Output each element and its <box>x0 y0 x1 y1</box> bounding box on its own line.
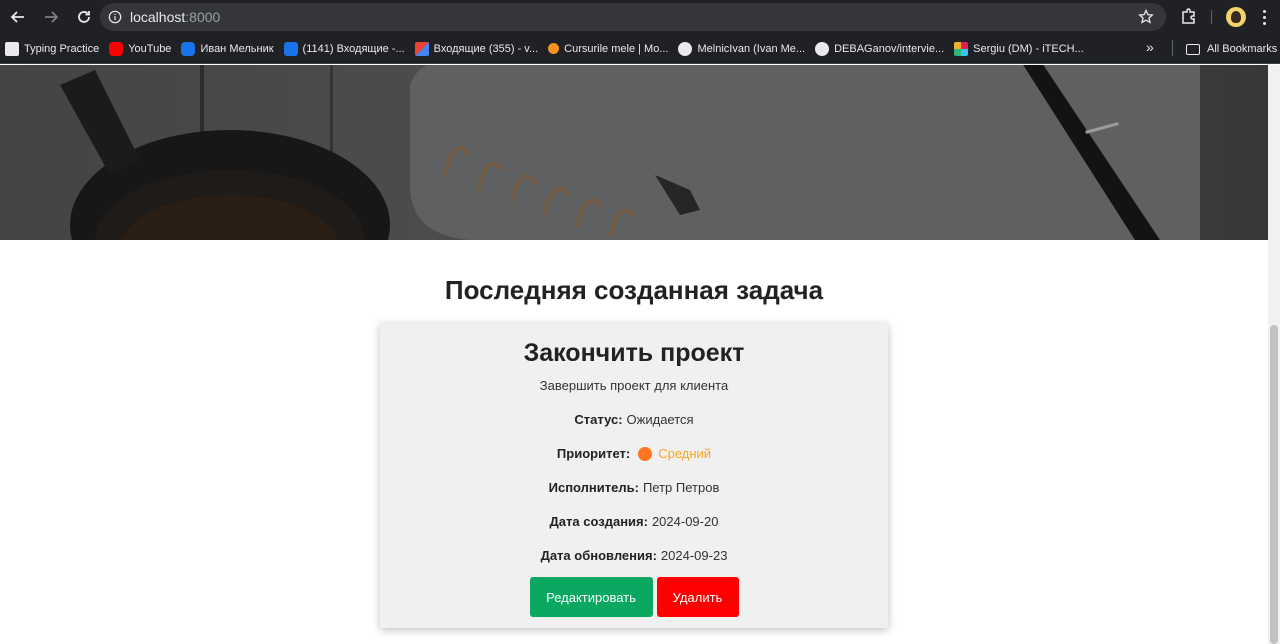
task-title: Закончить проект <box>523 339 745 367</box>
task-description: Завершить проект для клиента <box>539 378 729 393</box>
bookmark-item[interactable]: DEBAGanov/intervie... <box>810 37 949 61</box>
delete-button[interactable]: Удалить <box>656 577 739 617</box>
bookmark-item[interactable]: YouTube <box>104 37 176 61</box>
status-value: Ожидается <box>626 412 694 427</box>
gmail-icon <box>414 41 429 56</box>
hero-image <box>0 65 1268 240</box>
bookmark-label: MelnicIvan (Ivan Me... <box>697 42 806 55</box>
bookmark-label: Иван Мельник <box>200 42 274 55</box>
slack-icon <box>954 41 969 56</box>
assignee-label: Исполнитель: <box>548 480 639 495</box>
bookmarks-bar: Typing Practice YouTube Иван Мельник (11… <box>0 34 1280 64</box>
bookmarks-overflow-icon[interactable]: » <box>1146 39 1154 55</box>
updated-label: Дата обновления: <box>540 548 657 563</box>
bookmark-label: (1141) Входящие -... <box>302 42 405 55</box>
bookmark-label: DEBAGanov/intervie... <box>834 42 945 55</box>
reload-icon <box>78 11 90 23</box>
mail-icon <box>283 41 298 56</box>
created-value: 2024-09-20 <box>651 514 719 529</box>
site-info-icon[interactable] <box>108 10 122 24</box>
bookmark-label: Cursurile mele | Mo... <box>564 42 669 55</box>
avatar-face <box>1231 11 1241 23</box>
bookmark-label: YouTube <box>128 42 172 55</box>
task-status: Статус: Ожидается <box>380 412 888 427</box>
bookmark-item[interactable]: Входящие (355) - v... <box>410 37 544 61</box>
url-host: localhost <box>130 9 186 25</box>
bookmark-item[interactable]: Sergiu (DM) - iTECH... <box>949 37 1089 61</box>
priority-value: Средний <box>658 446 712 461</box>
assignee-value: Петр Петров <box>642 480 720 495</box>
chat-icon <box>181 41 196 56</box>
url-port: :8000 <box>185 9 221 25</box>
bookmark-label: Sergiu (DM) - iTECH... <box>973 42 1084 55</box>
github-icon <box>678 41 693 56</box>
reload-button[interactable] <box>69 2 99 32</box>
youtube-icon <box>109 41 124 56</box>
github-icon <box>815 41 830 56</box>
bookmark-item[interactable]: (1141) Входящие -... <box>279 37 410 61</box>
bookmark-item[interactable]: Иван Мельник <box>176 37 278 61</box>
bookmark-item[interactable]: Typing Practice <box>0 37 104 61</box>
browser-menu-icon[interactable] <box>1256 8 1272 26</box>
profile-avatar[interactable] <box>1226 7 1246 27</box>
priority-dot-icon <box>638 446 653 461</box>
created-label: Дата создания: <box>549 514 648 529</box>
section-title: Последняя созданная задача <box>444 275 824 305</box>
task-assignee: Исполнитель: Петр Петров <box>380 480 888 495</box>
task-card: Закончить проект Завершить проект для кл… <box>380 323 888 628</box>
task-priority: Приоритет: Средний <box>380 446 888 461</box>
status-label: Статус: <box>574 412 623 427</box>
hero-illustration <box>0 65 1268 240</box>
bookmark-label: Входящие (355) - v... <box>433 42 539 55</box>
updated-value: 2024-09-23 <box>660 548 728 563</box>
moodle-icon <box>548 43 560 54</box>
page-scrollbar[interactable] <box>1268 65 1280 644</box>
task-updated-date: Дата обновления: 2024-09-23 <box>380 548 888 563</box>
address-bar[interactable]: localhost:8000 <box>100 3 1166 31</box>
forward-button[interactable] <box>36 2 66 32</box>
bookmark-star-icon[interactable] <box>1138 9 1154 25</box>
all-bookmarks-label: All Bookmarks <box>1207 43 1278 55</box>
task-created-date: Дата создания: 2024-09-20 <box>380 514 888 529</box>
typing-icon <box>5 41 19 56</box>
forward-arrow-icon <box>45 11 59 23</box>
edit-button[interactable]: Редактировать <box>529 577 653 617</box>
page-viewport: Последняя созданная задача Закончить про… <box>0 65 1268 644</box>
extensions-icon[interactable] <box>1180 7 1198 25</box>
bookmark-label: Typing Practice <box>24 42 100 55</box>
bookmark-item[interactable]: MelnicIvan (Ivan Me... <box>673 37 810 61</box>
priority-label: Приоритет: <box>556 446 631 461</box>
back-button[interactable] <box>3 2 33 32</box>
bookmarks-divider <box>1172 40 1173 56</box>
browser-toolbar: localhost:8000 <box>0 0 1280 34</box>
back-arrow-icon <box>10 11 24 23</box>
scrollbar-thumb[interactable] <box>1270 325 1278 644</box>
task-actions: Редактировать Удалить <box>380 577 888 617</box>
folder-icon <box>1186 43 1200 55</box>
all-bookmarks-button[interactable]: All Bookmarks <box>1186 37 1277 61</box>
url-text: localhost:8000 <box>130 9 220 25</box>
bookmark-item[interactable]: Cursurile mele | Mo... <box>543 37 673 61</box>
toolbar-divider <box>1211 10 1212 24</box>
